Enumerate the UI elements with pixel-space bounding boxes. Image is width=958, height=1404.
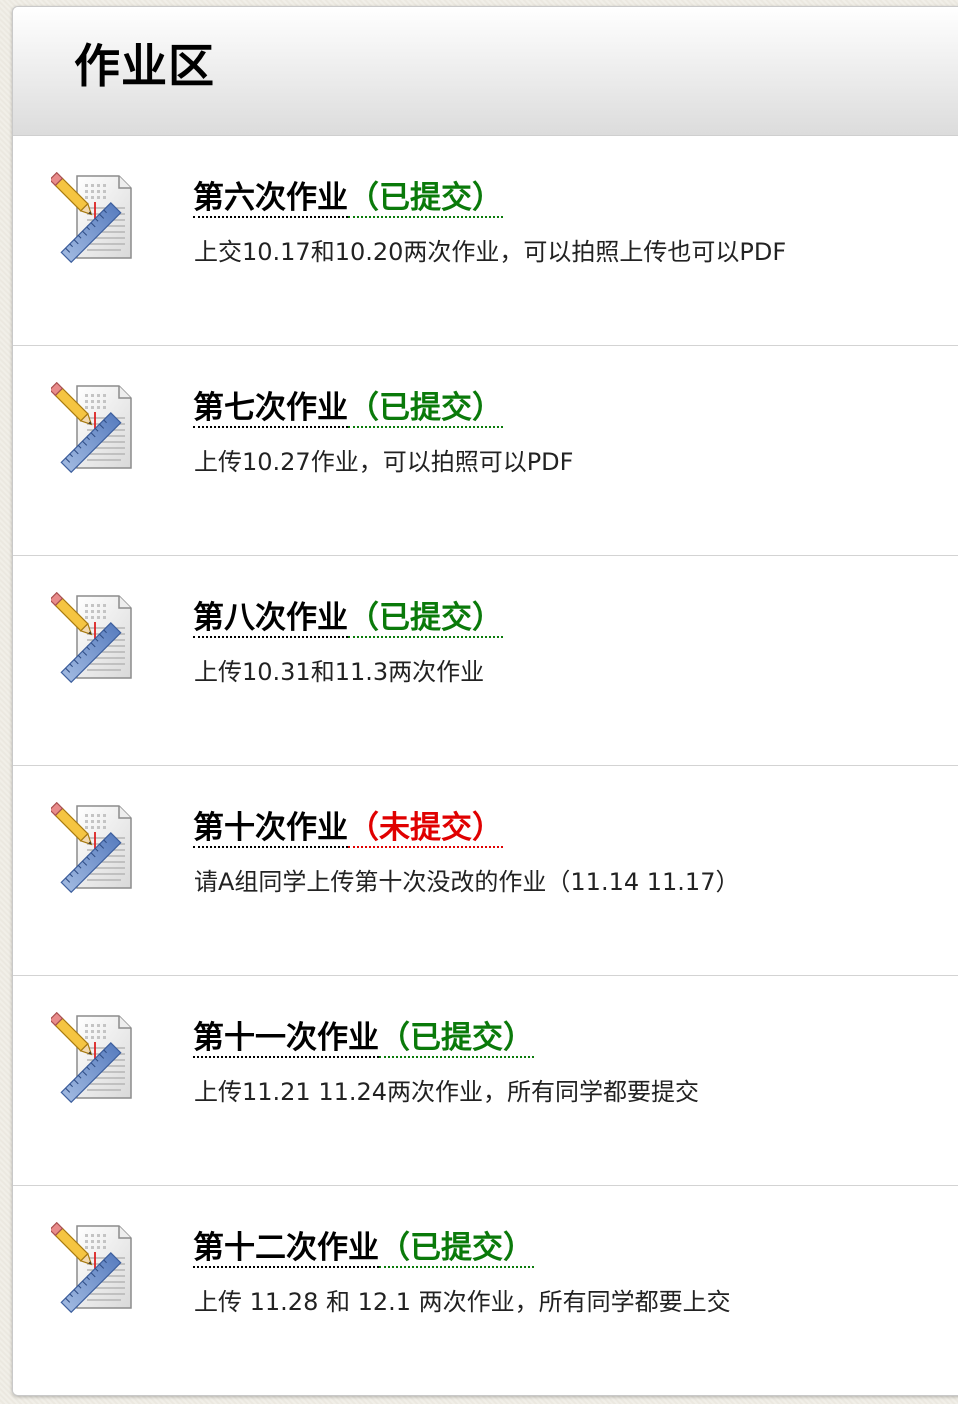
assignment-link[interactable]: 第十次作业（未提交）: [193, 810, 503, 848]
assignment-list: 第六次作业（已提交） 上交10.17和10.20两次作业，可以拍照上传也可以PD…: [13, 136, 958, 1395]
assignment-icon[interactable]: [48, 801, 135, 894]
assignment-title: 第八次作业: [193, 600, 348, 638]
assignment-item: 第六次作业（已提交） 上交10.17和10.20两次作业，可以拍照上传也可以PD…: [13, 136, 958, 346]
assignment-item: 第八次作业（已提交） 上传10.31和11.3两次作业: [13, 556, 958, 766]
assignment-icon[interactable]: [48, 171, 135, 264]
assignment-item: 第十二次作业（已提交） 上传 11.28 和 12.1 两次作业，所有同学都要上…: [13, 1186, 958, 1395]
assignment-title: 第十一次作业: [193, 1020, 379, 1058]
assignment-item: 第七次作业（已提交） 上传10.27作业，可以拍照可以PDF: [13, 346, 958, 556]
submission-status: （已提交）: [348, 600, 503, 638]
page-title: 作业区: [74, 39, 215, 93]
assignment-icon[interactable]: [48, 381, 135, 474]
assignment-title: 第十二次作业: [193, 1230, 379, 1268]
assignment-title: 第七次作业: [193, 390, 348, 428]
assignment-link[interactable]: 第十二次作业（已提交）: [193, 1230, 534, 1268]
submission-status: （已提交）: [348, 390, 503, 428]
panel-header: 作业区: [13, 7, 958, 136]
assignment-item: 第十一次作业（已提交） 上传11.21 11.24两次作业，所有同学都要提交: [13, 976, 958, 1186]
assignment-description: 上传11.21 11.24两次作业，所有同学都要提交: [194, 1078, 700, 1106]
assignment-link[interactable]: 第七次作业（已提交）: [193, 390, 503, 428]
assignment-icon[interactable]: [48, 591, 135, 684]
homework-panel: 作业区 第六次作业（已提交） 上交10.17和10.20两次作业，可以拍照上传也…: [12, 6, 958, 1396]
assignment-icon[interactable]: [48, 1221, 135, 1314]
assignment-description: 上传10.31和11.3两次作业: [194, 658, 485, 686]
assignment-description: 上传10.27作业，可以拍照可以PDF: [194, 448, 574, 476]
submission-status: （未提交）: [348, 810, 503, 848]
assignment-title: 第六次作业: [193, 180, 348, 218]
submission-status: （已提交）: [348, 180, 503, 218]
assignment-link[interactable]: 第十一次作业（已提交）: [193, 1020, 534, 1058]
assignment-link[interactable]: 第八次作业（已提交）: [193, 600, 503, 638]
submission-status: （已提交）: [379, 1230, 534, 1268]
assignment-title: 第十次作业: [193, 810, 348, 848]
assignment-description: 上交10.17和10.20两次作业，可以拍照上传也可以PDF: [194, 238, 787, 266]
submission-status: （已提交）: [379, 1020, 534, 1058]
assignment-link[interactable]: 第六次作业（已提交）: [193, 180, 503, 218]
assignment-item: 第十次作业（未提交） 请A组同学上传第十次没改的作业（11.14 11.17）: [13, 766, 958, 976]
assignment-description: 请A组同学上传第十次没改的作业（11.14 11.17）: [194, 868, 740, 896]
assignment-icon[interactable]: [48, 1011, 135, 1104]
assignment-description: 上传 11.28 和 12.1 两次作业，所有同学都要上交: [194, 1288, 731, 1316]
